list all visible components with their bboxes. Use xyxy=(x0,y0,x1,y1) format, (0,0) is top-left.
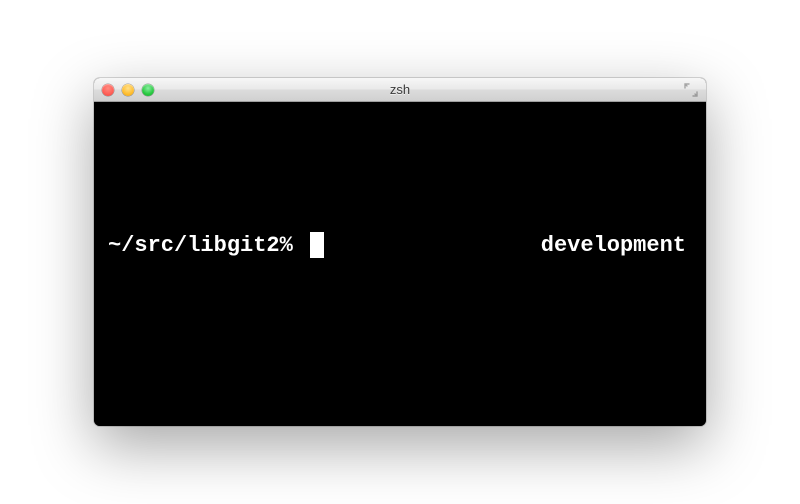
titlebar[interactable]: zsh xyxy=(94,78,706,102)
prompt-line: ~/src/libgit2% development xyxy=(108,232,686,258)
traffic-lights xyxy=(102,84,154,96)
fullscreen-icon[interactable] xyxy=(684,83,698,97)
maximize-icon[interactable] xyxy=(142,84,154,96)
minimize-icon[interactable] xyxy=(122,84,134,96)
terminal-window: zsh ~/src/libgit2% development xyxy=(94,78,706,426)
cursor-icon xyxy=(310,232,324,258)
prompt-text: ~/src/libgit2% xyxy=(108,233,306,258)
terminal-body[interactable]: ~/src/libgit2% development xyxy=(94,102,706,426)
window-title: zsh xyxy=(94,82,706,97)
right-prompt: development xyxy=(541,233,686,258)
close-icon[interactable] xyxy=(102,84,114,96)
shell-prompt: ~/src/libgit2% xyxy=(108,232,324,258)
